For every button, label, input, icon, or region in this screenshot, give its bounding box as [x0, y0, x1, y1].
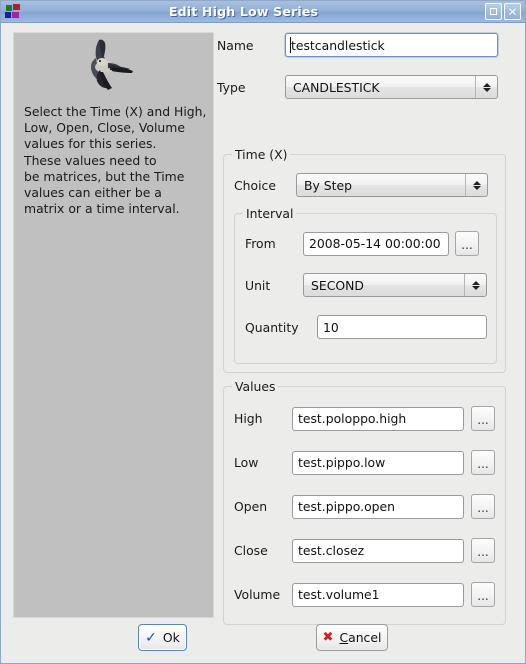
from-label: From	[245, 236, 276, 251]
name-input[interactable]: testcandlestick	[285, 33, 498, 57]
low-browse-button[interactable]: ...	[471, 450, 495, 475]
high-row: High test.poloppo.high ...	[234, 406, 499, 431]
name-input-value: testcandlestick	[291, 37, 385, 53]
low-label: Low	[234, 455, 259, 470]
choice-select[interactable]: By Step	[296, 173, 488, 197]
open-input[interactable]: test.pippo.open	[292, 494, 464, 519]
interval-group-title: Interval	[243, 206, 297, 221]
dialog-content: Select the Time (X) and High, Low, Open,…	[1, 23, 525, 663]
titlebar-buttons: ✕	[485, 3, 521, 20]
high-input-value: test.poloppo.high	[298, 411, 407, 426]
ok-button[interactable]: ✓ Ok	[138, 624, 187, 651]
low-input-value: test.pippo.low	[298, 455, 386, 470]
dialog-window: Edit High Low Series ✕ Select the Time (…	[0, 0, 526, 664]
titlebar[interactable]: Edit High Low Series ✕	[1, 1, 525, 23]
quantity-input[interactable]: 10	[317, 315, 487, 339]
chevron-updown-icon[interactable]	[465, 174, 487, 196]
volume-input[interactable]: test.volume1	[292, 582, 464, 607]
check-icon: ✓	[145, 629, 157, 646]
from-browse-button[interactable]: ...	[455, 231, 479, 256]
chevron-updown-icon[interactable]	[475, 76, 497, 98]
maximize-button[interactable]	[485, 3, 502, 20]
close-icon: ✕	[507, 4, 518, 19]
time-x-group: Time (X) Choice By Step Interval From 20…	[223, 147, 506, 373]
unit-row: Unit SECOND	[245, 273, 490, 297]
chevron-updown-icon[interactable]	[464, 274, 486, 296]
name-row: Name testcandlestick	[217, 33, 517, 57]
values-group: Values High test.poloppo.high ... Low te…	[223, 379, 506, 625]
interval-group: Interval From 2008-05-14 00:00:00 ... Un…	[234, 206, 497, 364]
close-input-value: test.closez	[298, 543, 365, 558]
close-input[interactable]: test.closez	[292, 538, 464, 563]
unit-select-value: SECOND	[311, 277, 364, 293]
high-browse-button[interactable]: ...	[471, 406, 495, 431]
name-label: Name	[217, 37, 254, 53]
bird-in-flight-image	[62, 36, 146, 98]
choice-label: Choice	[234, 177, 276, 193]
values-group-title: Values	[232, 379, 279, 394]
high-input[interactable]: test.poloppo.high	[292, 406, 464, 431]
high-label: High	[234, 411, 263, 426]
volume-label: Volume	[234, 587, 281, 602]
window-title: Edit High Low Series	[168, 4, 319, 19]
open-browse-button[interactable]: ...	[471, 494, 495, 519]
cancel-button[interactable]: ✖ Cancel	[316, 624, 388, 651]
form-column: Name testcandlestick Type CANDLESTICK Ti…	[217, 23, 517, 643]
quantity-label: Quantity	[245, 319, 299, 335]
from-row: From 2008-05-14 00:00:00 ...	[245, 231, 490, 256]
info-panel-text: Select the Time (X) and High, Low, Open,…	[24, 104, 207, 217]
choice-row: Choice By Step	[234, 173, 499, 197]
volume-input-value: test.volume1	[298, 587, 380, 602]
unit-select[interactable]: SECOND	[303, 273, 487, 297]
quantity-input-value: 10	[323, 319, 339, 335]
open-input-value: test.pippo.open	[298, 499, 395, 514]
maximize-icon	[490, 8, 497, 15]
close-browse-button[interactable]: ...	[471, 538, 495, 563]
type-select-value: CANDLESTICK	[293, 79, 380, 95]
x-icon: ✖	[322, 630, 334, 645]
close-button[interactable]: ✕	[504, 3, 521, 20]
type-label: Type	[217, 79, 246, 95]
type-select[interactable]: CANDLESTICK	[285, 75, 498, 99]
low-input[interactable]: test.pippo.low	[292, 450, 464, 475]
open-label: Open	[234, 499, 268, 514]
info-panel: Select the Time (X) and High, Low, Open,…	[13, 32, 214, 618]
cancel-button-label: Cancel	[339, 630, 382, 645]
close-label: Close	[234, 543, 268, 558]
close-row: Close test.closez ...	[234, 538, 499, 563]
type-row: Type CANDLESTICK	[217, 75, 517, 99]
unit-label: Unit	[245, 277, 271, 293]
volume-browse-button[interactable]: ...	[471, 582, 495, 607]
text-caret	[290, 37, 291, 53]
app-squares-icon	[4, 3, 26, 20]
from-input-value: 2008-05-14 00:00:00	[309, 236, 441, 251]
low-row: Low test.pippo.low ...	[234, 450, 499, 475]
time-x-group-title: Time (X)	[232, 147, 291, 162]
choice-select-value: By Step	[304, 177, 352, 193]
ok-button-label: Ok	[162, 630, 180, 645]
from-input[interactable]: 2008-05-14 00:00:00	[303, 231, 449, 256]
quantity-row: Quantity 10	[245, 315, 490, 339]
volume-row: Volume test.volume1 ...	[234, 582, 499, 607]
open-row: Open test.pippo.open ...	[234, 494, 499, 519]
